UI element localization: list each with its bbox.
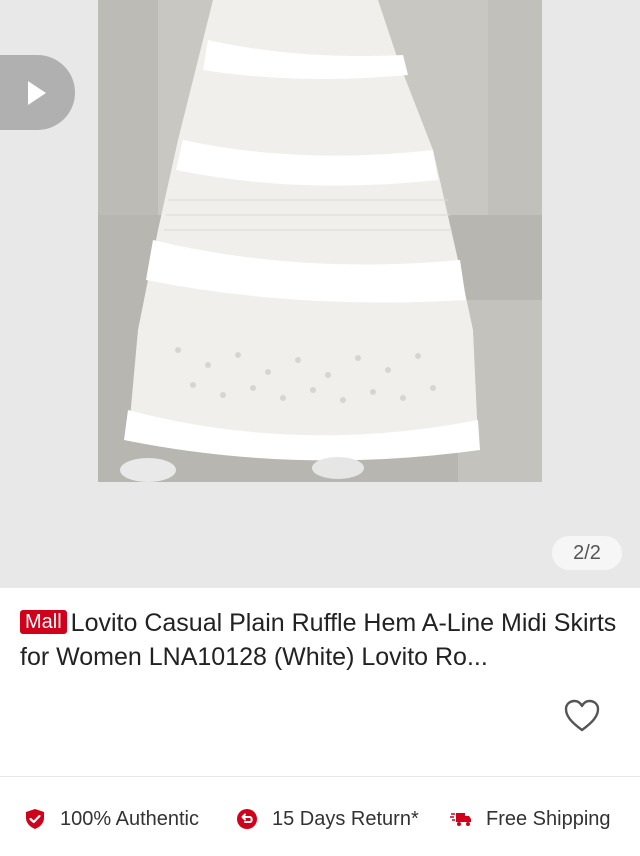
divider <box>0 776 640 777</box>
shipping-label: Free Shipping <box>486 807 611 830</box>
shipping-badge[interactable]: Free Shipping <box>450 800 611 838</box>
mall-badge: Mall <box>20 610 67 634</box>
shield-check-icon <box>26 809 44 829</box>
heart-icon <box>564 699 600 732</box>
authentic-badge[interactable]: 100% Authentic <box>24 800 199 838</box>
return-icon <box>237 809 257 829</box>
product-image[interactable] <box>98 0 542 482</box>
return-label: 15 Days Return* <box>272 807 419 830</box>
product-title-block: Mall Lovito Casual Plain Ruffle Hem A-Lin… <box>20 606 620 674</box>
product-gallery[interactable]: 2/2 <box>0 0 640 588</box>
play-video-button[interactable] <box>0 55 75 130</box>
product-title: Lovito Casual Plain Ruffle Hem A-Line Mi… <box>20 609 617 671</box>
return-badge[interactable]: 15 Days Return* <box>236 800 419 838</box>
image-counter: 2/2 <box>552 536 622 570</box>
favorite-button[interactable] <box>563 697 601 735</box>
play-icon <box>28 81 46 105</box>
assurance-bar[interactable]: 100% Authentic 15 Days Return* Free Ship… <box>0 800 640 838</box>
truck-icon <box>450 813 471 826</box>
authentic-label: 100% Authentic <box>60 807 199 830</box>
